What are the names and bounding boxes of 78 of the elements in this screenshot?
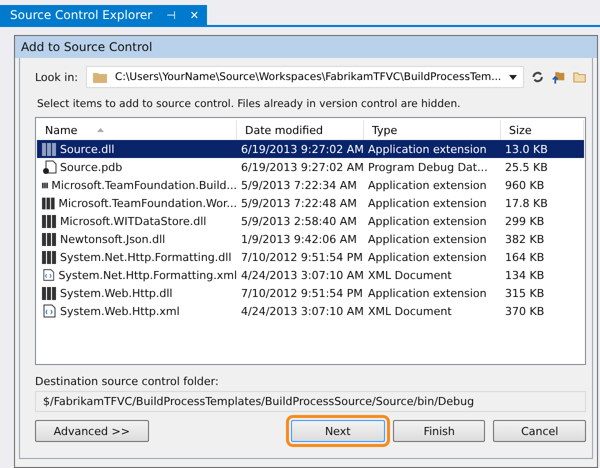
file-row[interactable]: Microsoft.TeamFoundation.Build... 5/9/2013 7:22:34 AM Application extension 960 KB — [37, 176, 584, 194]
type-cell-text: Application extension — [367, 142, 488, 156]
refresh-icon[interactable] — [532, 70, 544, 84]
file-row[interactable]: System.Web.Http.dll 7/10/2012 9:51:54 PM Application extension 315 KB — [37, 284, 584, 302]
file-name: Newtonsoft.Json.dll — [60, 232, 166, 246]
file-name: System.Net.Http.Formatting.xml — [58, 268, 237, 282]
destination-label: Destination source control folder: — [35, 375, 220, 388]
sort-arrow-icon — [97, 128, 104, 132]
size-cell-text: 382 KB — [504, 232, 546, 246]
type-cell-text: Application extension — [367, 196, 488, 210]
file-name: Microsoft.WITDataStore.dll — [60, 214, 206, 228]
file-name: Source.dll — [60, 142, 114, 156]
file-name: System.Web.Http.xml — [60, 304, 180, 318]
date-cell-text: 6/19/2013 9:27:02 AM — [240, 160, 364, 174]
file-name: System.Web.Http.dll — [60, 286, 172, 300]
xml-file-icon — [42, 268, 56, 282]
library-icon — [42, 286, 57, 300]
file-row[interactable]: System.Web.Http.xml 4/24/2013 3:07:10 AM XML Document 370 KB — [37, 302, 584, 320]
dialog-button[interactable]: Cancel — [493, 420, 586, 442]
size-cell-text: 370 KB — [504, 304, 546, 318]
file-row[interactable]: Source.dll 6/19/2013 9:27:02 AM Application extension 13.0 KB — [37, 140, 584, 158]
look-in-dropdown[interactable]: C:\Users\YourName\Source\Workspaces\FabrikamTFVC\BuildProcessTem... — [86, 66, 524, 88]
file-row[interactable]: Newtonsoft.Json.dll 1/9/2013 9:42:06 AM Application extension 382 KB — [37, 230, 584, 248]
file-row[interactable]: Microsoft.TeamFoundation.Wor... 5/9/2013 7:22:48 AM Application extension 17.8 KB — [37, 194, 584, 212]
xml-file-icon — [42, 304, 57, 318]
close-button[interactable]: ✕ — [190, 8, 199, 22]
type-cell-text: Application extension — [367, 250, 488, 264]
advanced-button[interactable]: Advanced >> — [35, 420, 149, 442]
size-cell-text: 17.8 KB — [504, 196, 549, 210]
size-cell-text: 315 KB — [504, 286, 546, 300]
tab-title: Source Control Explorer — [10, 8, 152, 22]
dropdown-arrow-icon — [509, 74, 518, 80]
date-cell-text: 5/9/2013 2:58:40 AM — [240, 214, 358, 228]
file-row[interactable]: Microsoft.WITDataStore.dll 5/9/2013 2:58:40 AM Application extension 299 KB — [37, 212, 584, 230]
library-icon — [42, 250, 57, 264]
dialog-button[interactable]: Finish — [392, 420, 486, 442]
date-cell-text: 7/10/2012 9:51:54 PM — [240, 286, 364, 300]
dialog-title: Add to Source Control — [15, 36, 597, 58]
type-cell-text: XML Document — [367, 304, 453, 318]
file-name: Microsoft.TeamFoundation.Wor... — [58, 196, 237, 210]
file-name: System.Net.Http.Formatting.dll — [60, 250, 232, 264]
file-name: Source.pdb — [60, 160, 122, 174]
type-cell-text: Program Debug Dat... — [367, 160, 489, 174]
file-row[interactable]: Source.pdb 6/19/2013 9:27:02 AM Program Debug Dat... 25.5 KB — [37, 158, 584, 176]
library-icon — [42, 196, 56, 210]
type-cell-text: Application extension — [367, 214, 488, 228]
file-row[interactable]: System.Net.Http.Formatting.dll 7/10/2012 9:51:54 PM Application extension 164 KB — [37, 248, 584, 266]
date-cell-text: 4/24/2013 3:07:10 AM — [240, 268, 364, 282]
type-cell-text: Application extension — [367, 286, 488, 300]
size-cell-text: 25.5 KB — [504, 160, 549, 174]
new-folder-icon[interactable] — [572, 70, 586, 84]
date-cell-text: 1/9/2013 9:42:06 AM — [240, 232, 358, 246]
size-cell-text: 164 KB — [504, 250, 546, 264]
date-cell-text: 5/9/2013 7:22:48 AM — [240, 196, 358, 210]
size-cell-text: 960 KB — [504, 178, 546, 192]
tab[interactable]: Source Control Explorer ⊣ ✕ — [0, 5, 207, 25]
date-cell-text: 4/24/2013 3:07:10 AM — [240, 304, 364, 318]
library-icon — [42, 142, 57, 156]
debug-file-icon — [42, 160, 57, 174]
file-row[interactable]: System.Net.Http.Formatting.xml 4/24/2013 3:07:10 AM XML Document 134 KB — [37, 266, 584, 284]
folder-icon — [93, 72, 107, 82]
look-in-label: Look in: — [35, 70, 78, 84]
size-cell-text: 13.0 KB — [504, 142, 549, 156]
size-cell-text: 134 KB — [504, 268, 546, 282]
size-cell-text: 299 KB — [504, 214, 546, 228]
type-cell-text: Application extension — [367, 232, 488, 246]
date-cell-text: 6/19/2013 9:27:02 AM — [240, 142, 364, 156]
type-cell-text: XML Document — [367, 268, 453, 282]
date-cell-text: 5/9/2013 7:22:34 AM — [240, 178, 358, 192]
pin-button[interactable]: ⊣ — [166, 8, 176, 22]
type-cell-text: Application extension — [367, 178, 488, 192]
library-icon — [42, 232, 57, 246]
library-icon — [42, 214, 57, 228]
destination-field[interactable]: $/FabrikamTFVC/BuildProcessTemplates/BuildProcessSource/Source/bin/Debug — [35, 391, 586, 412]
instructions-text: Select items to add to source control. Files already in version control are hidden. — [37, 98, 462, 110]
date-cell-text: 7/10/2012 9:51:54 PM — [240, 250, 364, 264]
file-name: Microsoft.TeamFoundation.Build... — [51, 178, 237, 192]
folder-up-icon[interactable] — [552, 69, 565, 85]
